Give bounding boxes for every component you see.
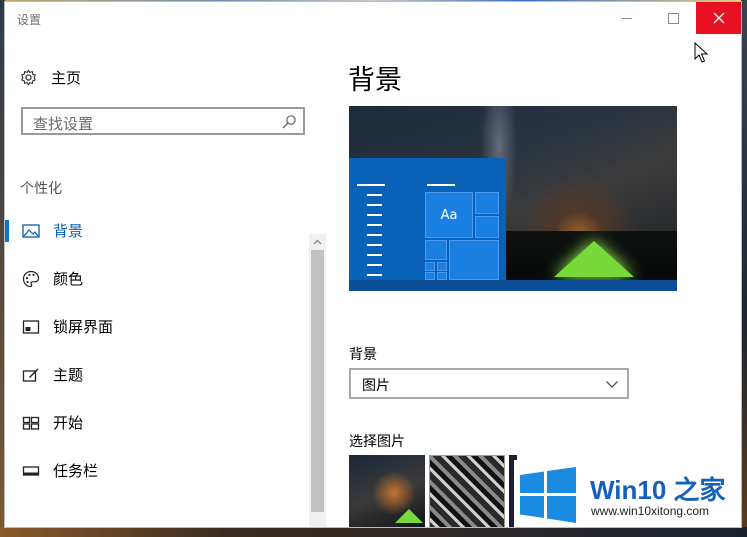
preview-taskbar xyxy=(349,280,677,291)
desktop-background-bottom xyxy=(0,527,747,537)
search-placeholder: 查找设置 xyxy=(33,115,94,133)
close-button[interactable] xyxy=(696,2,741,34)
preview-tent xyxy=(554,241,634,277)
minimize-button[interactable] xyxy=(604,2,650,34)
scroll-thumb[interactable] xyxy=(311,250,324,512)
background-type-label: 背景 xyxy=(349,347,377,363)
preview-tile xyxy=(425,262,435,271)
maximize-icon xyxy=(667,12,679,24)
scroll-up-button[interactable] xyxy=(309,234,326,250)
watermark-url: www.win10xitong.com xyxy=(591,504,710,518)
choose-picture-label: 选择图片 xyxy=(349,434,405,450)
preview-tile xyxy=(437,272,447,280)
start-icon xyxy=(22,416,40,430)
selection-indicator xyxy=(5,460,9,482)
taskbar-icon xyxy=(22,466,40,476)
preview-line xyxy=(367,274,382,276)
mouse-cursor-icon xyxy=(694,42,708,63)
settings-nav-pane: 主页 查找设置 个性化 背景 颜色 锁屏界面 主题 开始 任务栏 xyxy=(5,34,327,527)
background-preview: Aa xyxy=(349,106,677,291)
watermark: Win10 之家 www.win10xitong.com xyxy=(514,460,741,527)
nav-item-label: 锁屏界面 xyxy=(53,318,114,336)
title-bar[interactable]: 设置 xyxy=(5,2,741,34)
preview-line xyxy=(357,184,385,186)
background-type-dropdown[interactable]: 图片 xyxy=(349,368,629,399)
gear-icon xyxy=(21,69,36,85)
page-title: 背景 xyxy=(348,65,402,96)
nav-item-label: 颜色 xyxy=(53,270,84,288)
selection-indicator xyxy=(5,268,9,290)
nav-item-themes[interactable]: 主题 xyxy=(5,354,310,394)
preview-tile xyxy=(449,240,499,280)
maximize-button[interactable] xyxy=(650,2,696,34)
dropdown-selected-value: 图片 xyxy=(362,378,390,394)
chevron-down-icon xyxy=(606,381,618,388)
background-settings-page: 背景 Aa 背景 图片 选择图片 xyxy=(327,34,741,527)
selection-indicator xyxy=(5,364,9,386)
preview-line xyxy=(367,204,382,206)
nav-scrollbar[interactable] xyxy=(309,234,326,527)
preview-start-menu: Aa xyxy=(349,158,506,280)
preview-tile xyxy=(437,262,447,271)
watermark-title: Win10 之家 xyxy=(590,475,726,505)
desktop-background-right xyxy=(741,0,747,537)
minimize-icon xyxy=(622,17,632,19)
preview-tile xyxy=(425,272,435,280)
nav-item-label: 开始 xyxy=(53,414,84,432)
windows-logo-icon xyxy=(520,467,576,523)
selection-indicator xyxy=(5,316,9,338)
preview-line xyxy=(367,224,382,226)
preview-tile xyxy=(425,240,447,260)
nav-item-start[interactable]: 开始 xyxy=(5,402,310,442)
thumbnail-tent xyxy=(395,509,423,523)
preview-line xyxy=(367,264,382,266)
preview-line xyxy=(367,254,382,256)
preview-tile xyxy=(475,216,499,238)
search-icon[interactable] xyxy=(281,114,297,130)
preview-tile xyxy=(475,192,499,214)
preview-line xyxy=(367,214,382,216)
home-link[interactable]: 主页 xyxy=(20,66,81,88)
selection-indicator xyxy=(5,220,9,242)
picture-thumbnail-1[interactable] xyxy=(349,455,425,527)
chevron-up-icon xyxy=(313,239,322,245)
nav-item-taskbar[interactable]: 任务栏 xyxy=(5,450,310,490)
selection-indicator xyxy=(5,412,9,434)
preview-tiles: Aa xyxy=(425,192,501,280)
theme-icon xyxy=(22,368,39,382)
search-settings-input[interactable]: 查找设置 xyxy=(21,107,305,135)
nav-item-lock-screen[interactable]: 锁屏界面 xyxy=(5,306,310,346)
nav-item-background[interactable]: 背景 xyxy=(5,210,310,250)
nav-item-label: 任务栏 xyxy=(53,462,99,480)
preview-line xyxy=(367,244,382,246)
settings-window: 设置 主页 查找设置 个性化 背景 颜色 锁屏界面 主题 开始 任务栏 背景 A… xyxy=(5,2,741,527)
nav-item-label: 主题 xyxy=(53,366,84,384)
preview-app-list xyxy=(355,194,382,284)
preview-line xyxy=(367,194,382,196)
picture-icon xyxy=(22,224,40,238)
close-icon xyxy=(713,12,725,24)
window-title: 设置 xyxy=(17,13,42,27)
preview-line xyxy=(427,184,455,186)
preview-line xyxy=(367,234,382,236)
section-heading: 个性化 xyxy=(20,181,62,197)
palette-icon xyxy=(22,270,40,288)
nav-item-colors[interactable]: 颜色 xyxy=(5,258,310,298)
lock-screen-icon xyxy=(22,320,40,334)
picture-thumbnail-2[interactable] xyxy=(429,455,505,527)
nav-item-label: 背景 xyxy=(53,222,84,240)
preview-tile-aa: Aa xyxy=(425,192,473,238)
home-label: 主页 xyxy=(51,68,82,87)
